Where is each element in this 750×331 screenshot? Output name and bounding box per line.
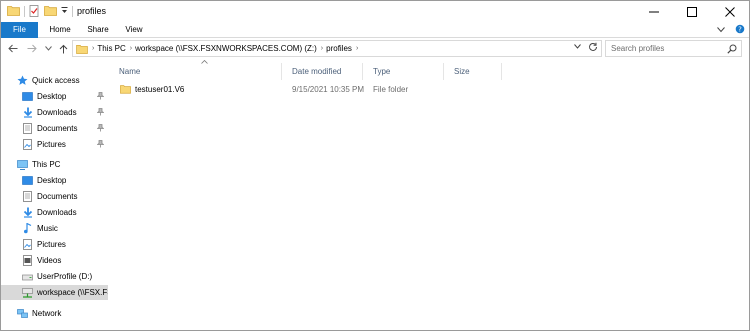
music-icon xyxy=(22,223,33,234)
column-header-name[interactable]: Name xyxy=(110,63,282,80)
tab-home[interactable]: Home xyxy=(45,22,75,38)
address-toolbar: › This PC › workspace (\\FSX.FSXNWORKSPA… xyxy=(1,38,749,59)
documents-icon xyxy=(22,191,33,202)
svg-text:?: ? xyxy=(738,26,742,34)
desktop-icon xyxy=(22,175,33,186)
search-box[interactable]: Search profiles xyxy=(605,40,742,57)
minimize-button[interactable] xyxy=(635,1,673,22)
navigation-pane: Quick access Desktop Downloads Documents… xyxy=(1,59,108,330)
refresh-icon[interactable] xyxy=(588,42,598,55)
chevron-down-icon[interactable] xyxy=(574,44,581,51)
star-icon xyxy=(17,75,28,86)
nav-quick-desktop[interactable]: Desktop xyxy=(1,89,108,104)
nav-quick-downloads[interactable]: Downloads xyxy=(1,105,108,120)
desktop-icon xyxy=(22,91,33,102)
help-icon[interactable]: ? xyxy=(735,24,745,36)
videos-icon xyxy=(22,255,33,266)
pin-icon[interactable] xyxy=(96,108,105,118)
pin-icon[interactable] xyxy=(96,124,105,134)
nav-pc-downloads[interactable]: Downloads xyxy=(1,205,108,220)
nav-pc-workspace-drive[interactable]: workspace (\\FSX.FSX xyxy=(1,285,108,300)
tab-share[interactable]: Share xyxy=(83,22,113,38)
computer-icon xyxy=(17,159,28,170)
search-input[interactable]: Search profiles xyxy=(611,44,664,53)
nav-pc-pictures[interactable]: Pictures xyxy=(1,237,108,252)
chevron-right-icon[interactable]: › xyxy=(356,45,358,52)
nav-quick-pictures[interactable]: Pictures xyxy=(1,137,108,152)
address-bar[interactable]: › This PC › workspace (\\FSX.FSXNWORKSPA… xyxy=(72,40,602,57)
customize-toolbar-icon[interactable] xyxy=(61,6,68,17)
properties-icon[interactable] xyxy=(29,4,40,19)
file-date-cell: 9/15/2021 10:35 PM xyxy=(292,84,365,94)
up-button[interactable] xyxy=(57,42,69,55)
file-list: Name Date modified Type Size testuser01.… xyxy=(109,59,749,330)
column-header-size[interactable]: Size xyxy=(445,63,502,80)
downloads-icon xyxy=(22,207,33,218)
breadcrumb-workspace[interactable]: workspace (\\FSX.FSXNWORKSPACES.COM) (Z:… xyxy=(135,44,317,53)
title-bar: profiles xyxy=(1,1,749,22)
pictures-icon xyxy=(22,139,33,150)
documents-icon xyxy=(22,123,33,134)
window-title: profiles xyxy=(77,6,107,16)
folder-icon xyxy=(76,44,88,54)
file-type-cell: File folder xyxy=(373,84,409,94)
downloads-icon xyxy=(22,107,33,118)
forward-button[interactable] xyxy=(26,42,38,55)
chevron-right-icon[interactable]: › xyxy=(92,45,94,52)
file-name-cell[interactable]: testuser01.V6 xyxy=(120,81,184,97)
recent-locations-icon[interactable] xyxy=(44,42,52,55)
tab-file[interactable]: File xyxy=(1,22,38,38)
explorer-window: profiles File Home Share View ? › This P… xyxy=(0,0,750,331)
close-button[interactable] xyxy=(711,1,749,22)
network-icon xyxy=(17,308,28,319)
folder-icon[interactable] xyxy=(7,5,20,18)
chevron-right-icon[interactable]: › xyxy=(321,45,323,52)
nav-this-pc[interactable]: This PC xyxy=(1,157,108,172)
tab-view[interactable]: View xyxy=(120,22,148,38)
folder-icon xyxy=(120,84,131,95)
nav-network[interactable]: Network xyxy=(1,306,108,321)
nav-pc-documents[interactable]: Documents xyxy=(1,189,108,204)
nav-quick-access[interactable]: Quick access xyxy=(1,73,108,88)
column-header-date-modified[interactable]: Date modified xyxy=(283,63,363,80)
breadcrumb-this-pc[interactable]: This PC xyxy=(97,44,125,53)
nav-quick-documents[interactable]: Documents xyxy=(1,121,108,136)
search-icon[interactable] xyxy=(727,44,737,56)
quick-access-toolbar xyxy=(7,4,73,19)
nav-pc-music[interactable]: Music xyxy=(1,221,108,236)
new-folder-icon[interactable] xyxy=(44,5,57,18)
back-button[interactable] xyxy=(7,42,19,55)
nav-pc-desktop[interactable]: Desktop xyxy=(1,173,108,188)
expand-ribbon-icon[interactable] xyxy=(717,25,725,35)
maximize-button[interactable] xyxy=(673,1,711,22)
column-header-type[interactable]: Type xyxy=(364,63,444,80)
breadcrumb-profiles[interactable]: profiles xyxy=(326,44,352,53)
chevron-right-icon[interactable]: › xyxy=(130,45,132,52)
nav-pc-userprofile-drive[interactable]: UserProfile (D:) xyxy=(1,269,108,284)
network-drive-icon xyxy=(22,287,33,298)
pin-icon[interactable] xyxy=(96,92,105,102)
ribbon-tabs: File Home Share View ? xyxy=(1,22,749,38)
nav-pc-videos[interactable]: Videos xyxy=(1,253,108,268)
drive-icon xyxy=(22,271,33,282)
pictures-icon xyxy=(22,239,33,250)
pin-icon[interactable] xyxy=(96,140,105,150)
